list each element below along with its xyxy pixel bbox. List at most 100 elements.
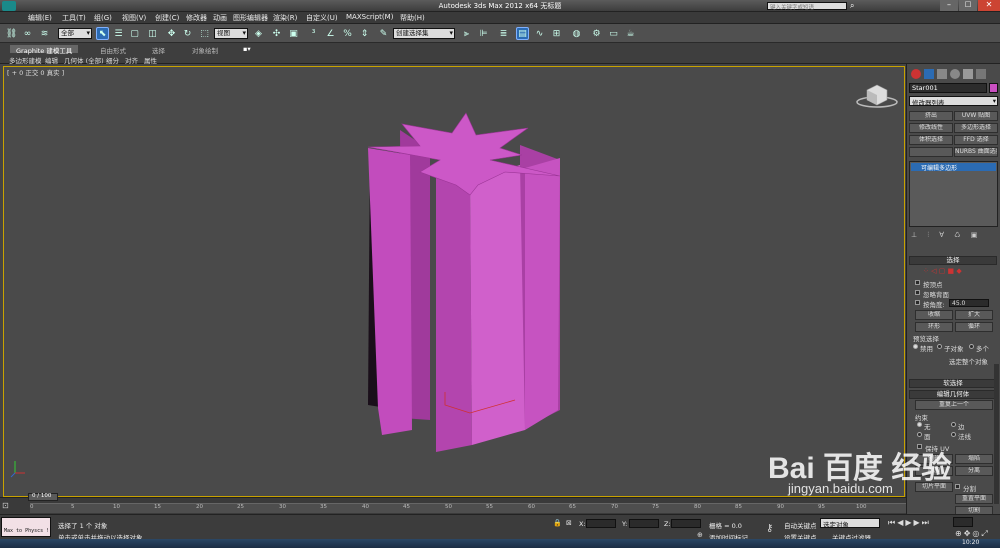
- constraint-face-radio[interactable]: [917, 432, 922, 437]
- rotate-icon[interactable]: ↻: [181, 27, 194, 40]
- split-checkbox[interactable]: [955, 484, 960, 489]
- maximize-button[interactable]: □: [959, 0, 977, 11]
- mirror-icon[interactable]: ⫸: [460, 27, 473, 40]
- x-coord-field[interactable]: [586, 519, 616, 528]
- tab-selection[interactable]: 选择: [152, 45, 165, 55]
- ribbon-subdivision[interactable]: 细分: [106, 55, 119, 65]
- ribbon-geometry-all[interactable]: 几何体 (全部): [64, 55, 104, 65]
- ribbon-options-icon[interactable]: ▪▾: [243, 45, 251, 53]
- grow-button[interactable]: 扩大: [955, 310, 993, 320]
- constraint-none-radio[interactable]: [917, 422, 922, 427]
- ref-coord-dropdown[interactable]: 视图: [214, 28, 248, 39]
- ribbon-align[interactable]: 对齐: [125, 55, 138, 65]
- scale-icon[interactable]: ⬚: [198, 27, 211, 40]
- tab-freeform[interactable]: 自由形式: [100, 45, 126, 55]
- object-color-swatch[interactable]: [989, 83, 998, 93]
- named-selection-dropdown[interactable]: 创建选择集: [393, 28, 455, 39]
- constraint-edge-radio[interactable]: [951, 422, 956, 427]
- detach-button[interactable]: 分离: [955, 466, 993, 476]
- snap-toggle-icon[interactable]: ³: [307, 27, 320, 40]
- align-icon[interactable]: ⊫: [477, 27, 490, 40]
- time-slider-handle[interactable]: 0 / 100: [28, 493, 58, 501]
- absolute-mode-icon[interactable]: ⊠: [566, 519, 572, 527]
- rollout-edit-geometry[interactable]: 编辑几何体: [909, 390, 997, 399]
- mod-btn-nurbs[interactable]: NURBS 曲面选择: [954, 147, 998, 157]
- mod-btn-uvw[interactable]: UVW 贴图: [954, 111, 998, 121]
- preview-off-radio[interactable]: [913, 344, 918, 349]
- edit-named-selection-icon[interactable]: ✎: [377, 27, 390, 40]
- mod-btn-vol-select[interactable]: 体积选择: [909, 135, 953, 145]
- mod-btn-poly-select[interactable]: 多边形选择: [954, 123, 998, 133]
- rollout-selection[interactable]: 选择: [909, 256, 997, 265]
- mod-btn-edit-spline[interactable]: 修改线性: [909, 123, 953, 133]
- subobject-level-icons[interactable]: ⁘ ◁ ▢ ■ ◆: [923, 267, 983, 275]
- stack-controls[interactable]: ⊥ ⫶ ∀ ♺ ▣: [911, 231, 997, 241]
- angle-spinner[interactable]: 45.0: [949, 299, 989, 307]
- menu-customize[interactable]: 自定义(U): [306, 13, 338, 23]
- time-tag-icon[interactable]: ⊕: [697, 531, 703, 539]
- collapse-button[interactable]: 塌陷: [955, 454, 993, 464]
- window-crossing-icon[interactable]: ◫: [146, 27, 159, 40]
- select-by-name-icon[interactable]: ☰: [112, 27, 125, 40]
- z-coord-field[interactable]: [671, 519, 701, 528]
- reset-plane-button[interactable]: 重置平面: [955, 494, 993, 504]
- modify-tab-icon[interactable]: [924, 69, 934, 79]
- percent-snap-icon[interactable]: %: [341, 27, 354, 40]
- ribbon-properties[interactable]: 属性: [144, 55, 157, 65]
- modifier-stack[interactable]: 可编辑多边形: [909, 161, 998, 227]
- menu-graph-editors[interactable]: 图形编辑器: [233, 13, 268, 23]
- spinner-snap-icon[interactable]: ⇕: [358, 27, 371, 40]
- utilities-tab-icon[interactable]: [976, 69, 986, 79]
- render-production-icon[interactable]: ☕: [624, 27, 637, 40]
- selected-object-dropdown[interactable]: 选定对象: [820, 518, 880, 529]
- link-icon[interactable]: ⛓: [5, 27, 18, 40]
- nav-controls[interactable]: ⊕✥◎⤢: [955, 529, 990, 539]
- menu-modifiers[interactable]: 修改器: [186, 13, 207, 23]
- modifier-list-dropdown[interactable]: 修改器列表 ▾: [909, 96, 998, 107]
- material-editor-icon[interactable]: ◍: [570, 27, 583, 40]
- mini-curve-editor-icon[interactable]: ⊡: [2, 501, 18, 511]
- curve-editor-icon[interactable]: ∿: [533, 27, 546, 40]
- layer-manager-icon[interactable]: ≣: [497, 27, 510, 40]
- rect-region-icon[interactable]: ▢: [128, 27, 141, 40]
- maxscript-listener[interactable]: Max to Physcs !: [1, 517, 51, 537]
- pivot-center-icon[interactable]: ◈: [252, 27, 265, 40]
- tab-object-paint[interactable]: 对象绘制: [192, 45, 218, 55]
- playback-controls[interactable]: ⏮◀▶▶⏭: [888, 518, 931, 528]
- hierarchy-tab-icon[interactable]: [937, 69, 947, 79]
- loop-button[interactable]: 循环: [955, 322, 993, 332]
- menu-help[interactable]: 帮助(H): [400, 13, 425, 23]
- search-icon[interactable]: ⌕: [850, 1, 854, 11]
- selection-filter-dropdown[interactable]: 全部: [58, 28, 92, 39]
- stack-item-selected[interactable]: 可编辑多边形: [911, 163, 996, 172]
- menu-group[interactable]: 组(G): [94, 13, 112, 23]
- app-logo-icon[interactable]: [2, 1, 16, 11]
- menu-create[interactable]: 创建(C): [155, 13, 179, 23]
- select-object-icon[interactable]: ⬉: [96, 27, 109, 40]
- by-angle-checkbox[interactable]: [915, 300, 920, 305]
- menu-maxscript[interactable]: MAXScript(M): [346, 13, 393, 21]
- menu-tools[interactable]: 工具(T): [62, 13, 86, 23]
- mod-btn-empty[interactable]: [909, 147, 953, 157]
- minimize-button[interactable]: –: [940, 0, 958, 11]
- repeat-last-button[interactable]: 重复上一个: [915, 400, 993, 410]
- command-panel-scrollbar[interactable]: [994, 364, 999, 504]
- ignore-backface-checkbox[interactable]: [915, 290, 920, 295]
- by-vertex-checkbox[interactable]: [915, 280, 920, 285]
- move-icon[interactable]: ✥: [165, 27, 178, 40]
- menu-view[interactable]: 视图(V): [122, 13, 146, 23]
- preview-subobj-radio[interactable]: [937, 344, 942, 349]
- y-coord-field[interactable]: [629, 519, 659, 528]
- motion-tab-icon[interactable]: [950, 69, 960, 79]
- menu-animation[interactable]: 动画: [213, 13, 227, 23]
- close-button[interactable]: ✕: [978, 0, 1000, 11]
- preview-multi-radio[interactable]: [969, 344, 974, 349]
- key-icon[interactable]: ⚷: [766, 523, 773, 534]
- render-setup-icon[interactable]: ⚙: [590, 27, 603, 40]
- rendered-frame-icon[interactable]: ▭: [607, 27, 620, 40]
- search-field[interactable]: 键入关键字或短语: [767, 2, 847, 11]
- menu-rendering[interactable]: 渲染(R): [273, 13, 297, 23]
- constraint-normal-radio[interactable]: [951, 432, 956, 437]
- tab-graphite[interactable]: Graphite 建模工具: [10, 45, 79, 55]
- lock-icon[interactable]: 🔒: [553, 519, 562, 527]
